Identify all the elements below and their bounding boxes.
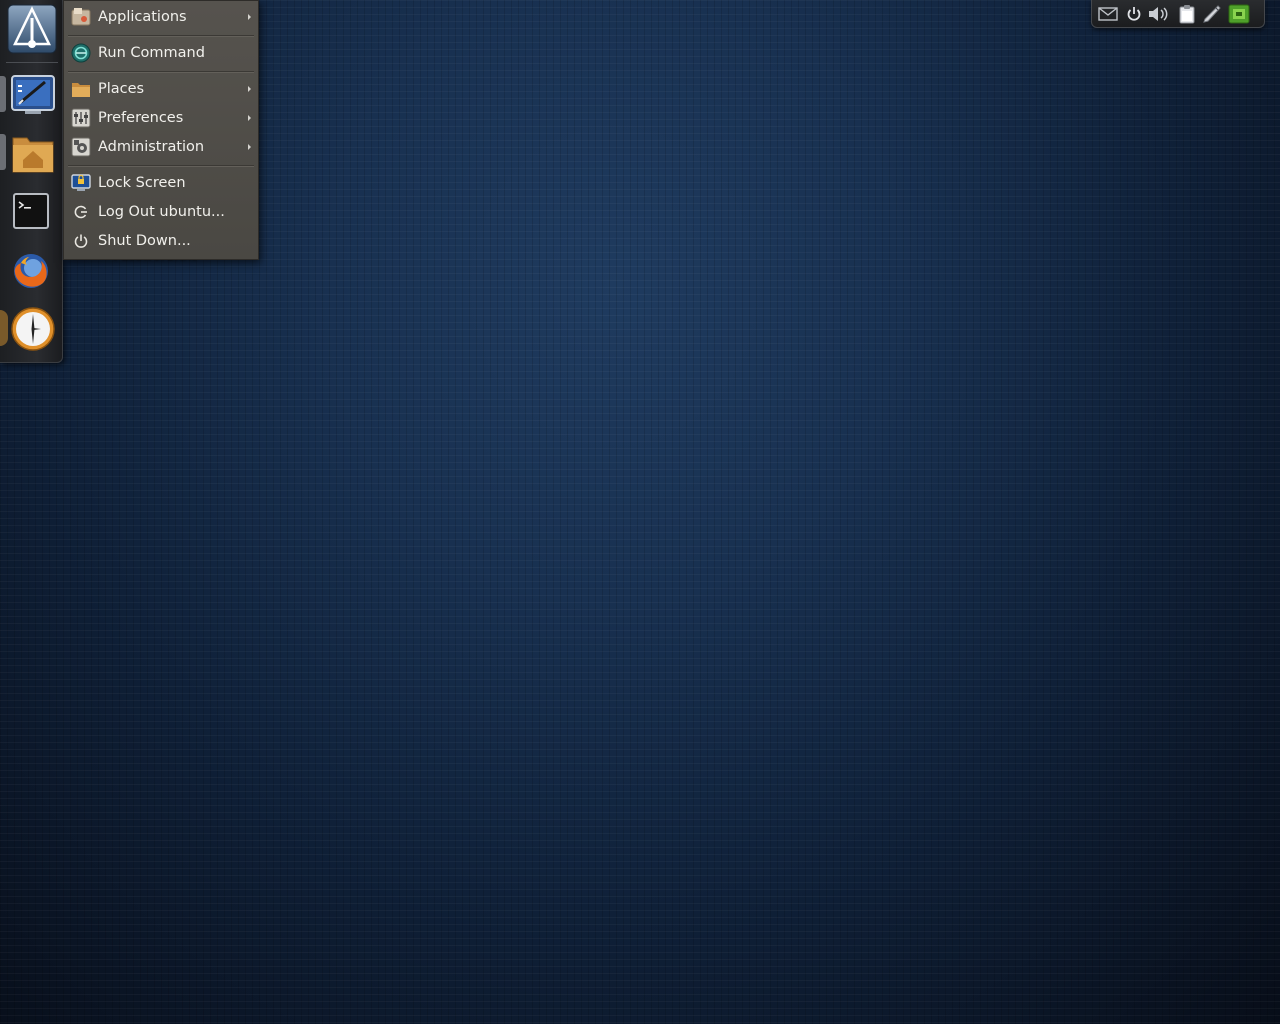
- lock-screen-icon: [71, 173, 91, 193]
- submenu-arrow-icon: [248, 86, 251, 92]
- home-folder-icon: [12, 137, 54, 173]
- submenu-arrow-icon: [248, 144, 251, 150]
- menu-separator: [68, 165, 254, 167]
- dock-item-firefox[interactable]: [6, 246, 56, 296]
- power-icon: [71, 231, 91, 251]
- dock: [0, 0, 63, 363]
- volume-icon[interactable]: [1148, 3, 1170, 25]
- menu-item-applications[interactable]: Applications: [64, 3, 258, 31]
- dock-item-home-folder[interactable]: [8, 128, 58, 178]
- dock-item-screen-draw[interactable]: [8, 70, 58, 120]
- clock-icon: [11, 307, 55, 351]
- submenu-arrow-icon: [248, 14, 251, 20]
- menu-item-preferences[interactable]: Preferences: [64, 104, 258, 132]
- submenu-arrow-icon: [248, 115, 251, 121]
- menu-item-shut-down[interactable]: Shut Down...: [64, 227, 258, 255]
- screen-draw-icon: [11, 75, 55, 114]
- menu-separator: [68, 71, 254, 73]
- dock-item-terminal[interactable]: [6, 186, 56, 236]
- run-command-icon: [71, 43, 91, 63]
- dock-separator: [6, 62, 58, 63]
- applications-icon: [71, 7, 91, 27]
- preferences-sliders-icon: [71, 108, 91, 128]
- dock-item-clock[interactable]: [8, 304, 58, 354]
- menu-item-administration[interactable]: Administration: [64, 133, 258, 161]
- menu-item-places[interactable]: Places: [64, 75, 258, 103]
- folder-icon: [71, 79, 91, 99]
- administration-icon: [71, 137, 91, 157]
- menu-item-log-out[interactable]: Log Out ubuntu...: [64, 198, 258, 226]
- firefox-icon: [14, 254, 48, 288]
- menu-item-lock-screen[interactable]: Lock Screen: [64, 169, 258, 197]
- dock-indicator: [0, 76, 6, 112]
- log-out-icon: [71, 202, 91, 222]
- dock-indicator: [0, 134, 6, 170]
- clipboard-icon[interactable]: [1176, 3, 1198, 25]
- power-icon[interactable]: [1123, 3, 1145, 25]
- main-menu: Applications Run Command Places Preferen…: [63, 0, 259, 260]
- system-tray: [1091, 0, 1265, 28]
- pen-icon[interactable]: [1201, 3, 1223, 25]
- terminal-icon: [13, 193, 49, 229]
- dock-indicator: [0, 310, 8, 346]
- lifeboat-launcher-icon: [7, 4, 57, 54]
- mail-icon[interactable]: [1097, 3, 1119, 25]
- menu-item-run-command[interactable]: Run Command: [64, 39, 258, 67]
- menu-separator: [68, 35, 254, 37]
- network-icon[interactable]: [1228, 3, 1250, 25]
- launcher-button[interactable]: [7, 4, 57, 54]
